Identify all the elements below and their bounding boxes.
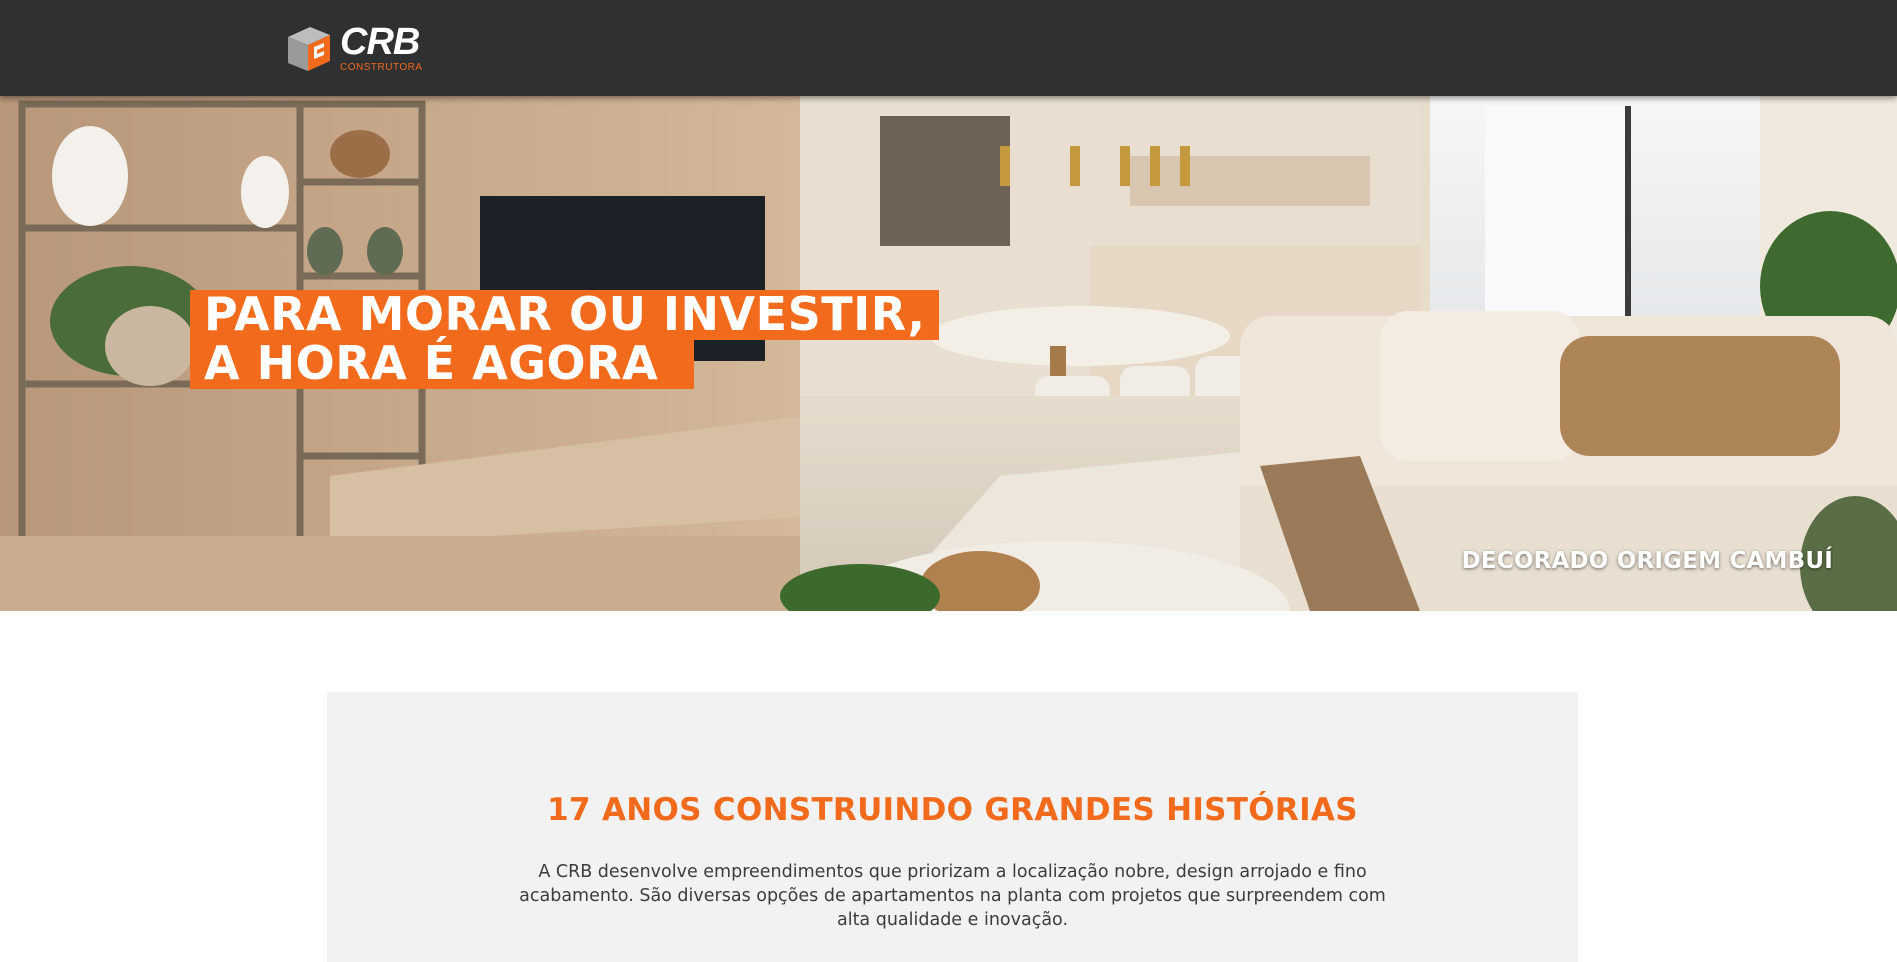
hero-headline-line-2: A HORA É AGORA	[190, 339, 695, 389]
crb-logo-icon	[288, 27, 330, 71]
logo-text: CRB CONSTRUTORA	[340, 23, 423, 73]
site-header: CRB CONSTRUTORA	[0, 0, 1897, 96]
hero-photo-caption: DECORADO ORIGEM CAMBUÍ	[1461, 548, 1833, 574]
about-section: 17 ANOS CONSTRUINDO GRANDES HISTÓRIAS A …	[327, 692, 1578, 962]
hero-headline-line-1: PARA MORAR OU INVESTIR,	[190, 290, 940, 340]
logo-subtext: CONSTRUTORA	[340, 62, 423, 73]
about-text: A CRB desenvolve empreendimentos que pri…	[519, 862, 1386, 930]
hero-banner[interactable]: PARA MORAR OU INVESTIR, A HORA É AGORA D…	[0, 96, 1897, 611]
logo-wordmark: CRB	[340, 21, 420, 63]
crb-logo-link[interactable]: CRB CONSTRUTORA	[284, 20, 434, 76]
about-title: 17 ANOS CONSTRUINDO GRANDES HISTÓRIAS	[547, 792, 1358, 828]
hero-headline: PARA MORAR OU INVESTIR, A HORA É AGORA	[190, 290, 940, 389]
